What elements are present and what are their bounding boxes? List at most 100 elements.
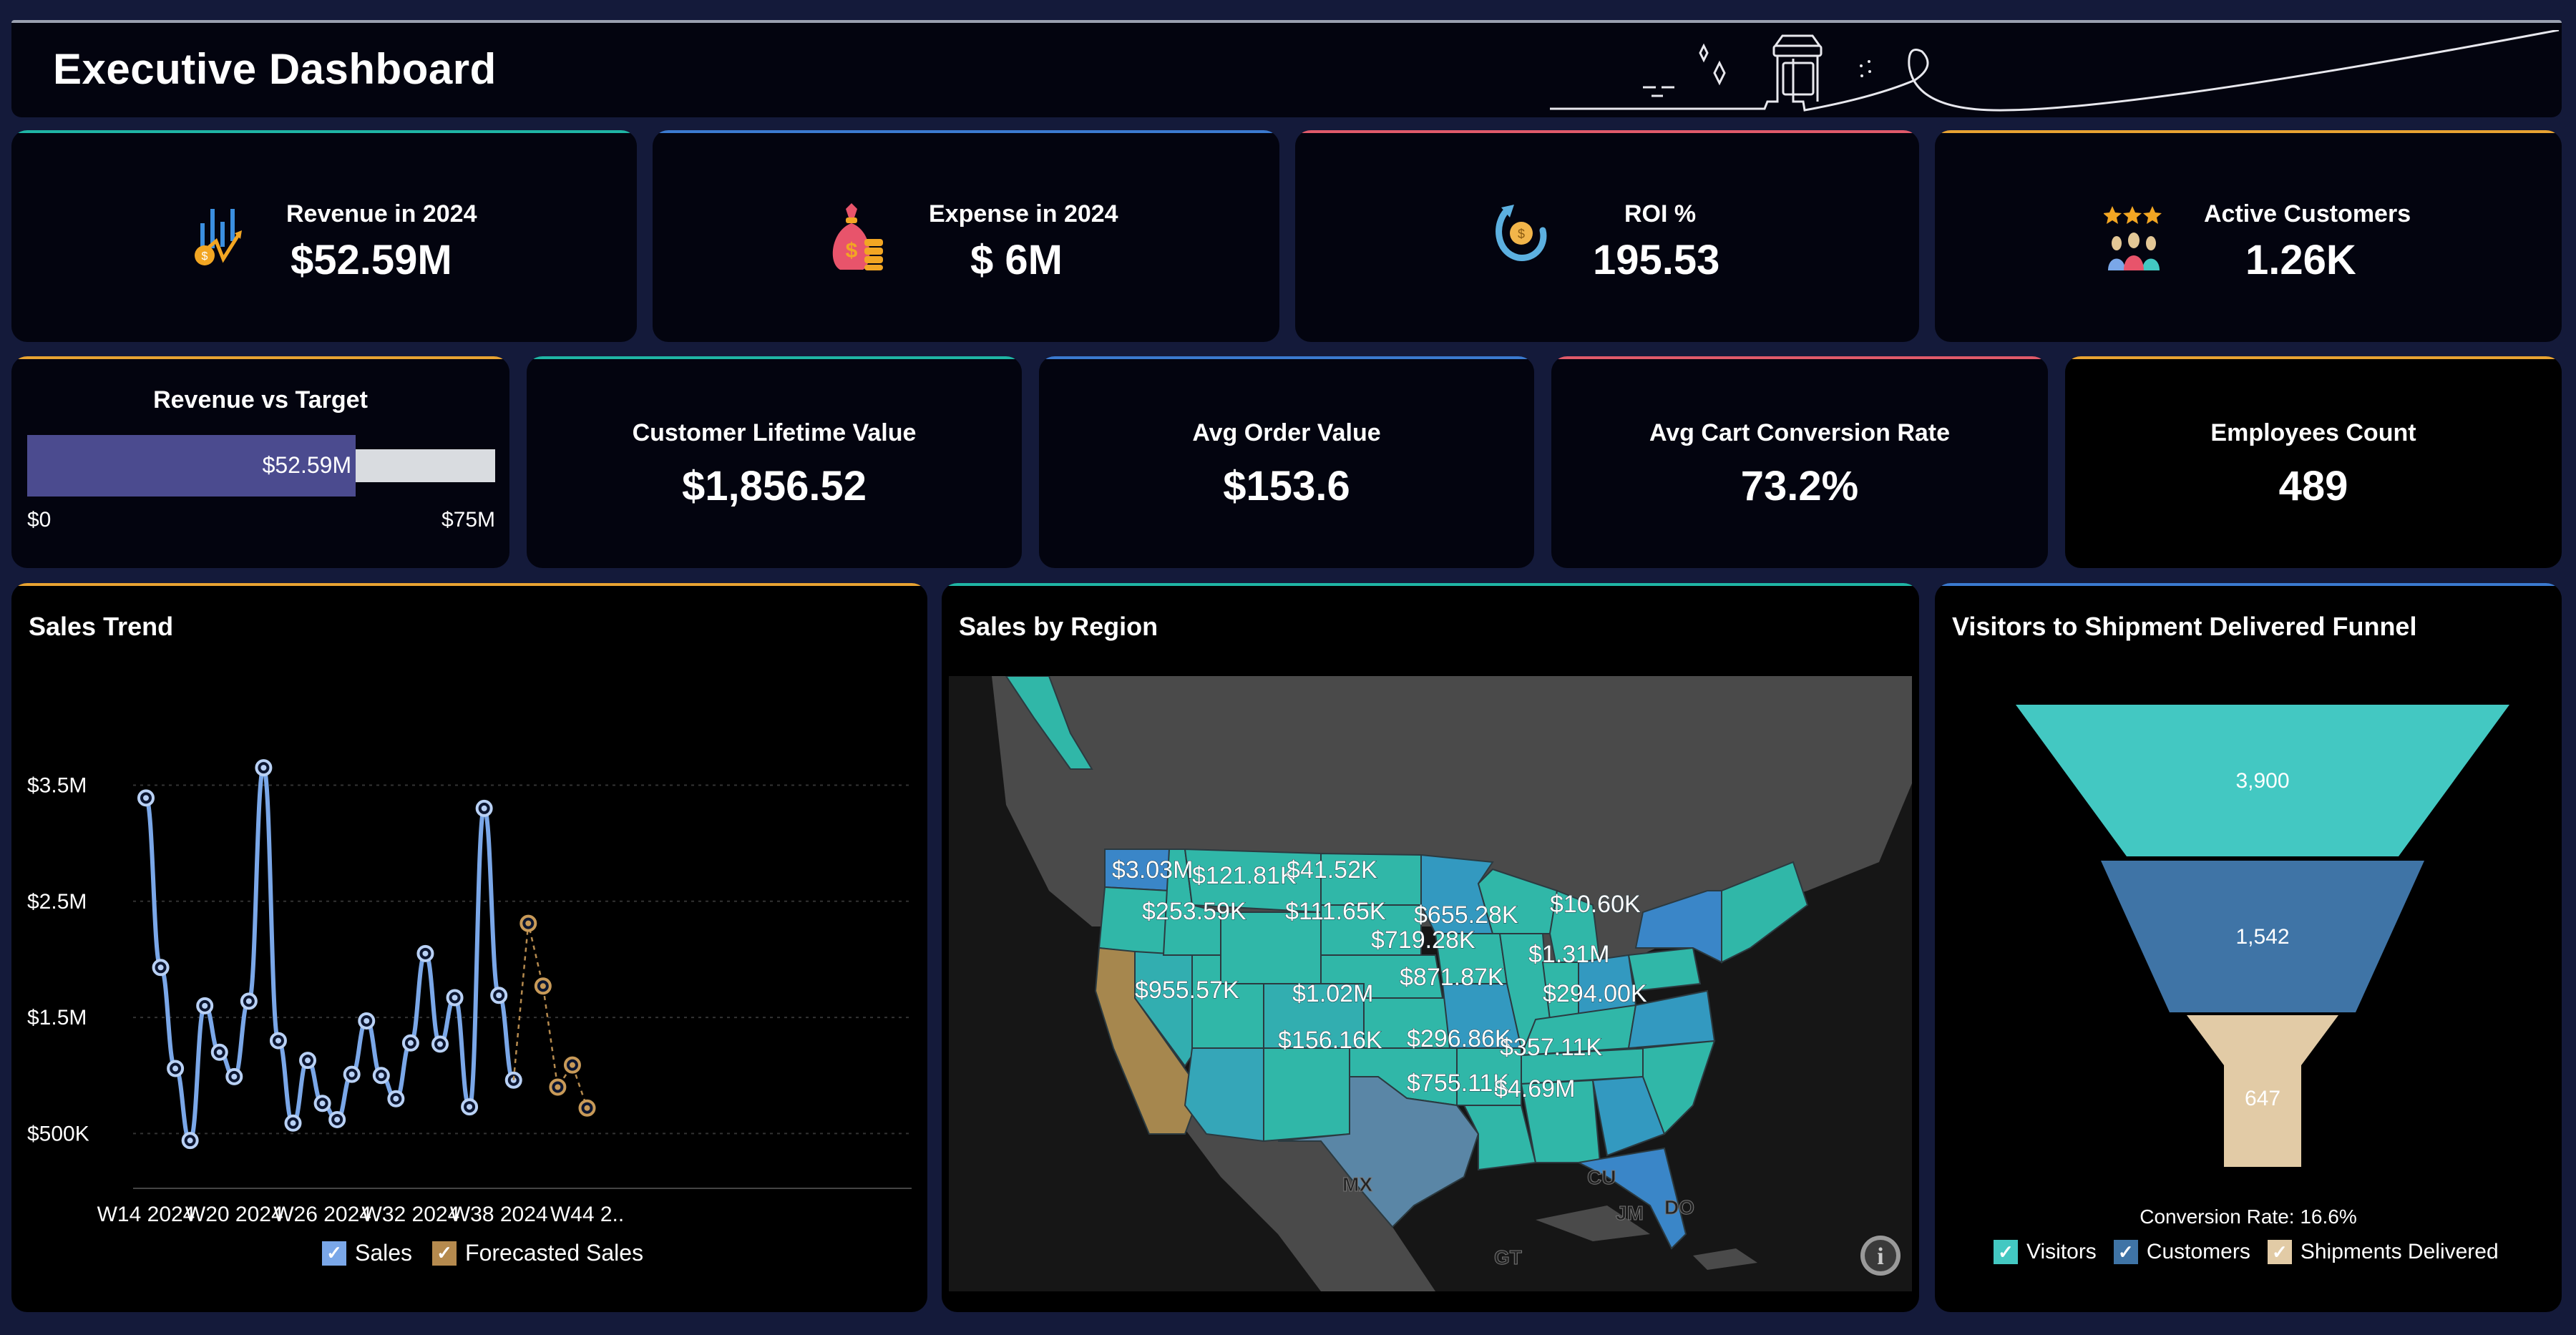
- series-line-sales[interactable]: [144, 766, 516, 1143]
- kpi-card-expense[interactable]: $ Expense in 2024 $ 6M: [653, 130, 1279, 342]
- data-point-dot: [422, 950, 429, 957]
- country-label-jm: JM: [1616, 1202, 1644, 1224]
- legend-item-customers[interactable]: ✓ Customers: [2113, 1240, 2250, 1264]
- sales-trend-legend: ✓ Sales ✓ Forecasted Sales: [322, 1240, 643, 1266]
- revenue-chart-icon: $: [195, 209, 242, 265]
- data-point-dot: [437, 1041, 443, 1047]
- data-point-dot: [467, 1104, 473, 1110]
- roi-coin-icon: $: [1496, 205, 1547, 261]
- data-point-dot: [452, 994, 458, 1001]
- region-value-label: $1.31M: [1528, 941, 1609, 968]
- kpi-label: Employees Count: [2210, 419, 2416, 446]
- funnel-value-label: 647: [2245, 1087, 2280, 1110]
- range-max-label: $75M: [441, 508, 495, 532]
- checkbox-icon[interactable]: ✓: [432, 1241, 457, 1266]
- funnel-value-label: 1,542: [2235, 925, 2289, 949]
- svg-text:i: i: [1877, 1243, 1883, 1270]
- data-point-dot: [407, 1040, 414, 1046]
- legend-label: Customers: [2146, 1240, 2250, 1263]
- data-point-dot: [143, 795, 149, 801]
- legend-label: Visitors: [2026, 1240, 2097, 1263]
- region-value-label: $111.65K: [1285, 898, 1386, 925]
- data-point-dot: [231, 1073, 238, 1080]
- data-point-dot: [260, 765, 267, 771]
- x-tick-label: W44 2..: [550, 1203, 624, 1226]
- region-value-label: $4.69M: [1494, 1075, 1575, 1102]
- legend-item-visitors[interactable]: ✓ Visitors: [1994, 1240, 2097, 1264]
- checkbox-icon[interactable]: ✓: [1994, 1240, 2018, 1264]
- x-tick-label: W32 2024: [362, 1203, 460, 1226]
- data-point-dot: [555, 1084, 561, 1090]
- region-value-label: $3.03M: [1112, 856, 1193, 884]
- kpi-label: Avg Order Value: [1192, 419, 1381, 446]
- storefront-illustration-icon: [1550, 30, 2560, 112]
- kpi-label: Avg Cart Conversion Rate: [1649, 419, 1951, 446]
- kpi-card-clv[interactable]: Customer Lifetime Value $1,856.52: [527, 356, 1022, 568]
- legend-item-shipments-delivered[interactable]: ✓ Shipments Delivered: [2267, 1240, 2499, 1264]
- country-label-do: DO: [1664, 1196, 1694, 1218]
- y-tick-label: $500K: [27, 1122, 89, 1145]
- kpi-value: $153.6: [1223, 463, 1350, 509]
- region-value-label: $1.02M: [1292, 980, 1373, 1007]
- region-value-label: $41.52K: [1287, 856, 1377, 884]
- data-point-dot: [348, 1071, 355, 1077]
- funnel-chart[interactable]: 3,900 1,542 647: [1935, 583, 2562, 1213]
- data-point-dot: [378, 1072, 384, 1079]
- customers-icon: [2104, 206, 2162, 270]
- svg-text:$: $: [1518, 227, 1525, 241]
- data-point-dot: [364, 1017, 370, 1024]
- region-map[interactable]: $3.03M$121.81K$41.52K $253.59K $111.65K $65…: [949, 676, 1912, 1291]
- data-point-dot: [305, 1057, 311, 1064]
- data-point-dot: [334, 1116, 341, 1123]
- data-point-dot: [481, 805, 487, 811]
- kpi-card-roi[interactable]: $ ROI % 195.53: [1295, 130, 1919, 342]
- kpi-value: 195.53: [1593, 237, 1720, 283]
- kpi-card-cart-conversion[interactable]: Avg Cart Conversion Rate 73.2%: [1551, 356, 2048, 568]
- x-tick-label: W26 2024: [273, 1203, 371, 1226]
- legend-item-sales[interactable]: ✓ Sales: [322, 1240, 412, 1266]
- kpi-value: $ 6M: [970, 237, 1063, 283]
- sales-trend-panel[interactable]: Sales Trend $500K $1.5M $2.5M $3.5M W14 2024…: [11, 583, 927, 1312]
- data-point-dot: [275, 1037, 281, 1044]
- legend-item-forecasted-sales[interactable]: ✓ Forecasted Sales: [432, 1240, 643, 1266]
- info-icon[interactable]: i: [1860, 1236, 1901, 1276]
- sales-by-region-panel[interactable]: Sales by Region $3.03M $121.81K $41.52K …: [942, 583, 1919, 1312]
- money-bag-icon: $: [832, 203, 883, 270]
- series-line-forecasted-sales[interactable]: [512, 923, 588, 1109]
- kpi-card-active-customers[interactable]: Active Customers 1.26K: [1935, 130, 2562, 342]
- legend-label: Sales: [355, 1240, 413, 1266]
- x-tick-label: W14 2024: [97, 1203, 195, 1226]
- panel-title: Sales by Region: [959, 612, 1158, 641]
- region-value-label: $357.11K: [1500, 1034, 1602, 1061]
- funnel-value-label: 3,900: [2235, 769, 2289, 793]
- legend-label: Forecasted Sales: [465, 1240, 644, 1266]
- region-value-label: $719.28K: [1371, 926, 1475, 954]
- country-label-gt: GT: [1494, 1246, 1522, 1268]
- kpi-card-revenue[interactable]: $ Revenue in 2024 $52.59M: [11, 130, 637, 342]
- kpi-card-employees[interactable]: Employees Count 489: [2065, 356, 2562, 568]
- y-tick-label: $2.5M: [27, 890, 87, 914]
- revenue-bar-label: $52.59M: [262, 452, 352, 478]
- data-point-dot: [540, 983, 546, 989]
- caribbean-landmass: [1536, 1206, 1757, 1270]
- range-min-label: $0: [27, 508, 52, 532]
- sales-trend-chart[interactable]: $500K $1.5M $2.5M $3.5M W14 2024W20 2024W26 …: [11, 583, 927, 1227]
- checkbox-icon[interactable]: ✓: [2113, 1240, 2138, 1264]
- kpi-value: $1,856.52: [681, 463, 867, 509]
- revenue-vs-target-card[interactable]: Revenue vs Target $52.59M $0 $75M: [11, 356, 509, 568]
- data-point-dot: [187, 1138, 193, 1144]
- region-value-label: $121.81K: [1192, 862, 1297, 889]
- data-point-dot: [525, 920, 532, 926]
- data-point-dot: [393, 1095, 399, 1102]
- funnel-panel[interactable]: Visitors to Shipment Delivered Funnel 3,…: [1935, 583, 2562, 1312]
- y-tick-label: $3.5M: [27, 773, 87, 797]
- checkbox-icon[interactable]: ✓: [2267, 1240, 2292, 1264]
- kpi-label: Customer Lifetime Value: [632, 419, 917, 446]
- checkbox-icon[interactable]: ✓: [322, 1241, 346, 1266]
- kpi-label: ROI %: [1624, 200, 1697, 228]
- state-new-mexico[interactable]: [1263, 1047, 1350, 1143]
- page-title: Executive Dashboard: [53, 45, 497, 93]
- data-point-dot: [496, 992, 502, 999]
- region-value-label: $156.16K: [1278, 1027, 1382, 1054]
- kpi-card-avg-order-value[interactable]: Avg Order Value $153.6: [1039, 356, 1534, 568]
